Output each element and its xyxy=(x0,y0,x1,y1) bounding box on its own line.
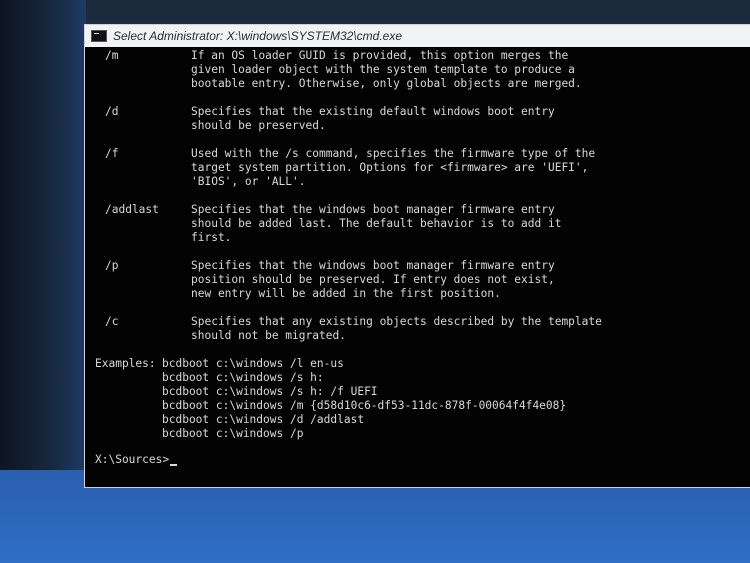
cmd-icon xyxy=(91,30,107,42)
option-description: Specifies that any existing objects desc… xyxy=(191,315,602,342)
option-description: Specifies that the windows boot manager … xyxy=(191,259,555,300)
option-row: /p Specifies that the windows boot manag… xyxy=(95,259,750,301)
option-row: /f Used with the /s command, specifies t… xyxy=(95,147,750,189)
console-output[interactable]: /m If an OS loader GUID is provided, thi… xyxy=(85,47,750,487)
prompt-text: X:\Sources> xyxy=(95,453,170,466)
option-row: /c Specifies that any existing objects d… xyxy=(95,315,750,343)
examples-commands: bcdboot c:\windows /l en-us bcdboot c:\w… xyxy=(162,357,567,440)
command-prompt[interactable]: X:\Sources> xyxy=(95,453,750,467)
option-description: Specifies that the existing default wind… xyxy=(191,105,555,132)
text-cursor xyxy=(170,464,178,466)
window-title: Select Administrator: X:\windows\SYSTEM3… xyxy=(113,29,402,43)
option-row: /addlast Specifies that the windows boot… xyxy=(95,203,750,245)
option-flag: /addlast xyxy=(105,203,159,216)
option-flag: /m xyxy=(105,49,119,62)
option-description: Specifies that the windows boot manager … xyxy=(191,203,562,244)
option-row: /m If an OS loader GUID is provided, thi… xyxy=(95,49,750,91)
window-titlebar[interactable]: Select Administrator: X:\windows\SYSTEM3… xyxy=(85,25,750,47)
option-flag: /p xyxy=(105,259,119,272)
option-flag: /f xyxy=(105,147,119,160)
examples-label: Examples: xyxy=(95,357,156,370)
option-flag: /c xyxy=(105,315,119,328)
option-row: /d Specifies that the existing default w… xyxy=(95,105,750,133)
cmd-window[interactable]: Select Administrator: X:\windows\SYSTEM3… xyxy=(84,24,750,488)
option-flag: /d xyxy=(105,105,119,118)
examples-block: Examples: bcdboot c:\windows /l en-us bc… xyxy=(95,357,750,441)
option-description: If an OS loader GUID is provided, this o… xyxy=(191,49,582,90)
option-description: Used with the /s command, specifies the … xyxy=(191,147,596,188)
